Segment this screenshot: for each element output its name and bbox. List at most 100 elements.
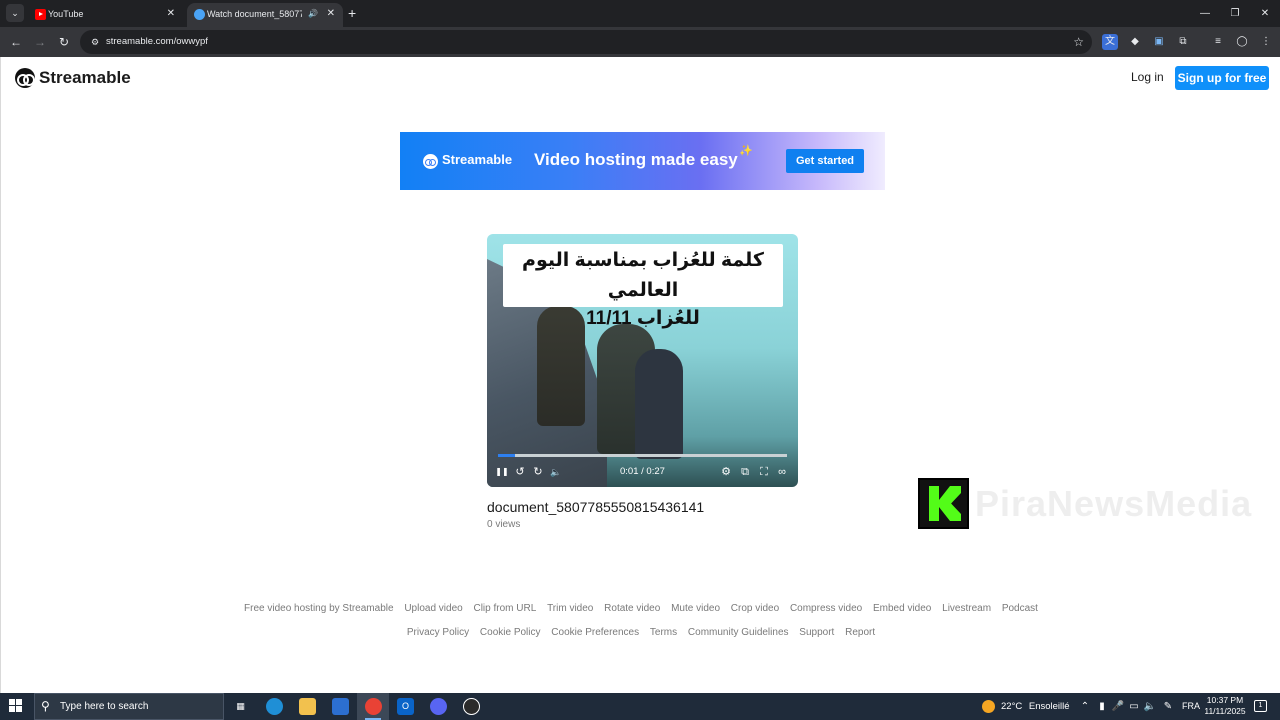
diamond-icon[interactable]: ◆ — [1127, 34, 1143, 50]
tab-streamable[interactable]: Watch document_5807785550815436141 🔊 ✕ — [187, 3, 343, 27]
display-icon[interactable]: ▭ — [1127, 693, 1141, 720]
brand-name: Streamable — [39, 68, 131, 87]
view-count: 0 views — [487, 519, 521, 530]
login-link[interactable]: Log in — [1131, 70, 1164, 84]
footer-link[interactable]: Crop video — [731, 603, 779, 614]
language-indicator[interactable]: FRA — [1181, 693, 1201, 720]
streamable-logo-icon — [423, 154, 438, 169]
streamable-icon[interactable]: ∞ — [775, 464, 789, 480]
site-info-icon[interactable]: ⚙ — [88, 35, 102, 49]
streamable-icon — [194, 9, 205, 20]
progress-bar[interactable] — [498, 454, 787, 457]
close-icon[interactable]: ✕ — [167, 3, 175, 25]
footer-link[interactable]: Support — [799, 627, 834, 638]
edge-icon[interactable] — [266, 698, 283, 715]
reload-button[interactable]: ↻ — [54, 32, 74, 52]
rewind-icon[interactable]: ↺ — [513, 464, 527, 480]
obs-icon[interactable] — [463, 698, 480, 715]
caption-line-1: كلمة للعُزاب بمناسبة اليوم العالمي — [522, 250, 764, 301]
footer-link[interactable]: Embed video — [873, 603, 931, 614]
forward-icon[interactable]: ↻ — [531, 464, 545, 480]
footer-links-row2: Privacy Policy Cookie Policy Cookie Pref… — [1, 627, 1280, 638]
volume-icon[interactable]: 🔈 — [1143, 693, 1157, 720]
footer-link[interactable]: Rotate video — [604, 603, 660, 614]
page-content: Streamable Log in Sign up for free Strea… — [0, 57, 1280, 693]
footer-link[interactable]: Report — [845, 627, 875, 638]
footer-link[interactable]: Free video hosting by Streamable — [244, 603, 394, 614]
new-tab-button[interactable]: + — [348, 4, 356, 22]
footer-link[interactable]: Community Guidelines — [688, 627, 789, 638]
task-view-icon[interactable]: ▦ — [232, 698, 249, 715]
sun-icon — [982, 699, 995, 713]
footer-link[interactable]: Livestream — [942, 603, 991, 614]
picture-in-picture-icon[interactable]: ⧉ — [738, 464, 752, 480]
video-player[interactable]: كلمة للعُزاب بمناسبة اليوم العالمي للعُز… — [487, 234, 798, 487]
minimize-button[interactable]: — — [1190, 0, 1220, 27]
fullscreen-icon[interactable]: ⛶ — [757, 464, 771, 480]
clock-date: 11/11/2025 — [1204, 706, 1246, 716]
store-icon[interactable] — [332, 698, 349, 715]
url-text[interactable]: streamable.com/owwypf — [106, 30, 208, 54]
get-started-button[interactable]: Get started — [786, 149, 864, 173]
address-bar[interactable]: ⚙ streamable.com/owwypf ☆ — [80, 30, 1092, 54]
weather-widget[interactable]: 22°C Ensoleillé — [982, 693, 1070, 720]
footer-link[interactable]: Trim video — [547, 603, 593, 614]
outlook-icon[interactable]: O — [397, 698, 414, 715]
banner-tagline: Video hosting made easy — [534, 150, 738, 169]
footer-link[interactable]: Podcast — [1002, 603, 1038, 614]
chrome-icon — [365, 698, 382, 715]
banner-brand: Streamable — [442, 152, 513, 167]
signup-button[interactable]: Sign up for free — [1175, 66, 1269, 90]
footer-link[interactable]: Upload video — [404, 603, 462, 614]
notification-icon[interactable]: 1 — [1254, 700, 1267, 712]
settings-icon[interactable]: ⚙ — [719, 464, 733, 480]
streamable-logo[interactable]: Streamable — [15, 67, 131, 89]
chevron-down-icon[interactable]: ⌄ — [6, 4, 24, 22]
microphone-icon[interactable]: 🎤 — [1111, 693, 1125, 720]
video-frame-person — [635, 349, 683, 459]
footer-link[interactable]: Terms — [650, 627, 677, 638]
discord-icon[interactable] — [430, 698, 447, 715]
menu-icon[interactable]: ⋮ — [1258, 34, 1274, 50]
restore-button[interactable]: ❐ — [1220, 0, 1250, 27]
tab-title: Watch document_5807785550815436141 — [207, 9, 302, 19]
puzzle-icon[interactable]: ⧉ — [1175, 34, 1191, 50]
ad-banner[interactable]: Streamable Video hosting made easy ✨ Get… — [400, 132, 885, 190]
taskbar-active-app[interactable] — [357, 693, 389, 720]
video-caption-overlay: كلمة للعُزاب بمناسبة اليوم العالمي للعُز… — [503, 244, 783, 329]
chevron-up-icon[interactable]: ⌃ — [1078, 693, 1092, 720]
back-button[interactable]: ← — [6, 32, 26, 52]
footer-link[interactable]: Clip from URL — [473, 603, 536, 614]
tab-title: YouTube — [48, 9, 84, 19]
taskbar-clock[interactable]: 10:37 PM 11/11/2025 — [1201, 695, 1249, 717]
close-window-button[interactable]: ✕ — [1250, 0, 1280, 27]
pen-icon[interactable]: ✎ — [1161, 693, 1175, 720]
streamable-logo-icon — [15, 68, 35, 88]
translate-icon[interactable]: 文 — [1102, 34, 1118, 50]
tab-youtube[interactable]: YouTube ✕ — [28, 3, 183, 27]
media-icon[interactable]: ≡ — [1210, 34, 1226, 50]
windows-start-icon[interactable] — [9, 699, 23, 713]
search-icon: ⚲ — [41, 699, 50, 713]
file-explorer-icon[interactable] — [299, 698, 316, 715]
video-time: 0:01 / 0:27 — [620, 466, 665, 477]
forward-button[interactable]: → — [30, 32, 50, 52]
footer-link[interactable]: Cookie Policy — [480, 627, 541, 638]
clock-time: 10:37 PM — [1206, 695, 1244, 705]
volume-icon[interactable]: 🔈 — [549, 464, 563, 480]
taskbar-search[interactable]: ⚲ Type here to search — [34, 693, 224, 720]
weather-temp: 22°C — [1001, 701, 1023, 712]
battery-icon[interactable]: ▮ — [1095, 693, 1109, 720]
footer-link[interactable]: Cookie Preferences — [551, 627, 639, 638]
weather-desc: Ensoleillé — [1028, 701, 1070, 712]
close-icon[interactable]: ✕ — [327, 3, 335, 25]
speaker-icon[interactable]: 🔊 — [308, 3, 318, 25]
profile-icon[interactable]: ◯ — [1234, 34, 1250, 50]
footer-link[interactable]: Privacy Policy — [407, 627, 469, 638]
footer-link[interactable]: Mute video — [671, 603, 720, 614]
footer-link[interactable]: Compress video — [790, 603, 862, 614]
image-icon[interactable]: ▣ — [1151, 34, 1167, 50]
pause-icon[interactable]: ❚❚ — [495, 464, 509, 480]
bookmark-star-icon[interactable]: ☆ — [1073, 30, 1084, 54]
taskbar: ⚲ Type here to search ▦ O 22°C Ensoleill… — [0, 693, 1280, 720]
